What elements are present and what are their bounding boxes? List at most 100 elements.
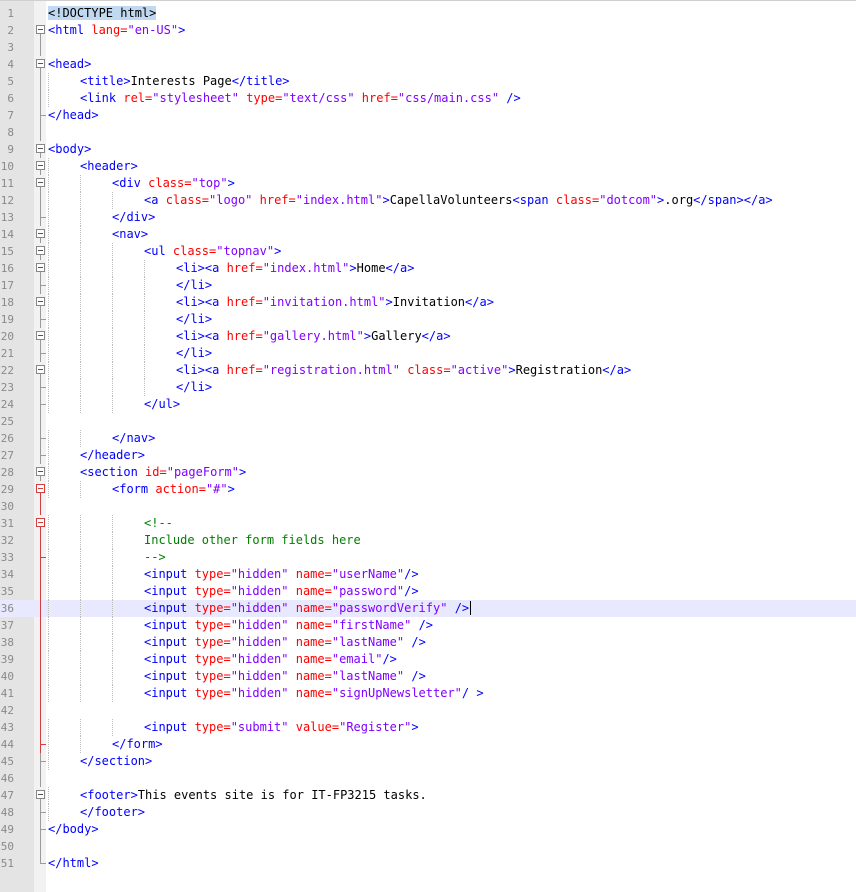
code-line[interactable]: 5 <title>Interests Page</title> — [0, 73, 856, 90]
fold-collapse-icon[interactable] — [35, 141, 46, 158]
code-line[interactable]: 2 <html lang="en-US"> — [0, 22, 856, 39]
syntax-token: </li> — [176, 346, 213, 360]
fold-collapse-icon[interactable] — [35, 260, 46, 277]
code-line[interactable]: 37 <input type="hidden" name="firstName" … — [0, 617, 856, 634]
code-lines[interactable]: 1 <!DOCTYPE html> 2 <html lang="en-US"> 3 4 <h… — [0, 5, 856, 872]
indent-guide — [112, 651, 113, 668]
fold-collapse-icon[interactable] — [35, 294, 46, 311]
syntax-token: </section> — [80, 754, 153, 768]
code-line[interactable]: 25 — [0, 413, 856, 430]
fold-collapse-icon[interactable] — [35, 515, 46, 532]
syntax-token: <input — [144, 635, 195, 649]
code-text: <li><a href="invitation.html">Invitation… — [48, 294, 494, 311]
code-line[interactable]: 36 <input type="hidden" name="passwordVer… — [0, 600, 856, 617]
code-line[interactable]: 45 </section> — [0, 753, 856, 770]
code-line[interactable]: 16 <li><a href="index.html">Home</a> — [0, 260, 856, 277]
fold-collapse-icon[interactable] — [35, 175, 46, 192]
fold-end-marker-icon — [35, 855, 46, 872]
fold-collapse-icon[interactable] — [35, 243, 46, 260]
code-line[interactable]: 22 <li><a href="registration.html" class=… — [0, 362, 856, 379]
fold-collapse-icon[interactable] — [35, 22, 46, 39]
fold-collapse-icon[interactable] — [35, 464, 46, 481]
fold-line-marker-icon — [35, 719, 46, 736]
code-line[interactable]: 15 <ul class="topnav"> — [0, 243, 856, 260]
syntax-token: "active" — [450, 363, 509, 377]
code-line[interactable]: 11 <div class="top"> — [0, 175, 856, 192]
code-line[interactable]: 32 Include other form fields here — [0, 532, 856, 549]
code-line[interactable]: 6 <link rel="stylesheet" type="text/css" … — [0, 90, 856, 107]
code-line[interactable]: 43 <input type="submit" value="Register"> — [0, 719, 856, 736]
code-editor[interactable]: 1 <!DOCTYPE html> 2 <html lang="en-US"> 3 4 <h… — [0, 0, 856, 892]
code-line[interactable]: 13 </div> — [0, 209, 856, 226]
code-line[interactable]: 8 — [0, 124, 856, 141]
code-line[interactable]: 1 <!DOCTYPE html> — [0, 5, 856, 22]
code-line[interactable]: 24 </ul> — [0, 396, 856, 413]
code-line[interactable]: 4 <head> — [0, 56, 856, 73]
code-line[interactable]: 51 </html> — [0, 855, 856, 872]
line-number: 4 — [7, 58, 14, 71]
code-line[interactable]: 20 <li><a href="gallery.html">Gallery</a> — [0, 328, 856, 345]
fold-collapse-icon[interactable] — [35, 328, 46, 345]
code-line[interactable]: 42 — [0, 702, 856, 719]
code-line[interactable]: 44 </form> — [0, 736, 856, 753]
syntax-token: <li><a — [176, 261, 227, 275]
code-line[interactable]: 10 <header> — [0, 158, 856, 175]
code-line[interactable]: 40 <input type="hidden" name="lastName" /… — [0, 668, 856, 685]
syntax-token: "index.html" — [262, 261, 350, 275]
code-line[interactable]: 14 <nav> — [0, 226, 856, 243]
syntax-token: "email" — [331, 652, 383, 666]
fold-collapse-icon[interactable] — [35, 481, 46, 498]
syntax-token: href= — [226, 261, 263, 275]
code-line[interactable]: 39 <input type="hidden" name="email"/> — [0, 651, 856, 668]
code-text: </ul> — [48, 396, 180, 413]
syntax-token: > — [274, 244, 282, 258]
code-line[interactable]: 21 </li> — [0, 345, 856, 362]
fold-collapse-icon[interactable] — [35, 56, 46, 73]
line-number: 7 — [7, 109, 14, 122]
fold-line-marker-icon — [35, 413, 46, 430]
code-line[interactable]: 28 <section id="pageForm"> — [0, 464, 856, 481]
syntax-token: Gallery — [371, 329, 422, 343]
code-line[interactable]: 38 <input type="hidden" name="lastName" /… — [0, 634, 856, 651]
code-line[interactable]: 9 <body> — [0, 141, 856, 158]
fold-collapse-icon[interactable] — [35, 362, 46, 379]
code-text: <input type="submit" value="Register"> — [48, 719, 419, 736]
code-line[interactable]: 48 </footer> — [0, 804, 856, 821]
fold-collapse-icon[interactable] — [35, 787, 46, 804]
code-line[interactable]: 31 <!-- — [0, 515, 856, 532]
code-line[interactable]: 17 </li> — [0, 277, 856, 294]
fold-collapse-icon[interactable] — [35, 226, 46, 243]
code-line[interactable]: 35 <input type="hidden" name="password"/> — [0, 583, 856, 600]
code-text: <body> — [48, 141, 91, 158]
code-line[interactable]: 12 <a class="logo" href="index.html">Cape… — [0, 192, 856, 209]
code-line[interactable]: 18 <li><a href="invitation.html">Invitati… — [0, 294, 856, 311]
fold-collapse-icon[interactable] — [35, 158, 46, 175]
code-line[interactable]: 3 — [0, 39, 856, 56]
code-line[interactable]: 50 — [0, 838, 856, 855]
code-line[interactable]: 23 </li> — [0, 379, 856, 396]
code-line[interactable]: 46 — [0, 770, 856, 787]
line-number: 23 — [0, 381, 14, 394]
code-text: </form> — [48, 736, 163, 753]
indent-guide — [48, 787, 49, 804]
code-line[interactable]: 34 <input type="hidden" name="userName"/> — [0, 566, 856, 583]
code-line[interactable]: 7 </head> — [0, 107, 856, 124]
indent-guide — [80, 617, 81, 634]
code-line[interactable]: 47 <footer>This events site is for IT-FP3… — [0, 787, 856, 804]
line-number: 32 — [0, 534, 14, 547]
syntax-token: /> — [404, 567, 419, 581]
indent-guide — [48, 753, 49, 770]
syntax-token: "firstName" — [331, 618, 419, 632]
code-line[interactable]: 33 --> — [0, 549, 856, 566]
indent-guide — [48, 634, 49, 651]
code-line[interactable]: 41 <input type="hidden" name="signUpNewsl… — [0, 685, 856, 702]
code-line[interactable]: 49 </body> — [0, 821, 856, 838]
syntax-token: <nav> — [112, 227, 149, 241]
code-line[interactable]: 27 </header> — [0, 447, 856, 464]
syntax-token: <input — [144, 567, 195, 581]
code-line[interactable]: 30 — [0, 498, 856, 515]
code-line[interactable]: 26 </nav> — [0, 430, 856, 447]
code-line[interactable]: 19 </li> — [0, 311, 856, 328]
syntax-token: "pageForm" — [166, 465, 239, 479]
code-line[interactable]: 29 <form action="#"> — [0, 481, 856, 498]
